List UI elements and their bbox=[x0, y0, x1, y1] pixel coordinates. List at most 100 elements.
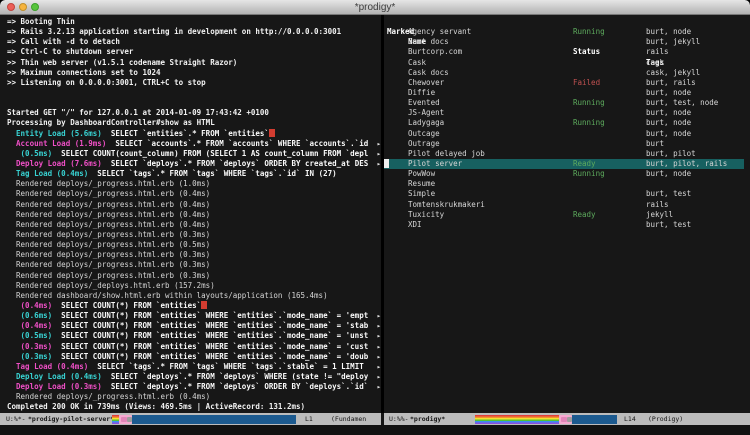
log-segment: Rendered deploys/_deploys.html.erb (157.… bbox=[7, 281, 215, 290]
service-status: Ready bbox=[573, 159, 596, 169]
truncation-arrow-icon: ▸ bbox=[377, 321, 381, 331]
log-line: >> Thin web server (v1.5.1 codename Stra… bbox=[7, 58, 381, 68]
service-name: XDI bbox=[408, 220, 422, 230]
service-name: Evented bbox=[408, 98, 440, 108]
service-tags: burt, node bbox=[646, 27, 691, 37]
service-row[interactable]: Caskcask bbox=[384, 58, 750, 68]
service-row[interactable]: Outcage burt, node bbox=[384, 129, 750, 139]
log-line: >> Listening on 0.0.0.0:3001, CTRL+C to … bbox=[7, 78, 381, 88]
log-segment: SELECT `deploys`.* FROM `deploys` WHERE … bbox=[102, 372, 368, 381]
log-line bbox=[7, 88, 381, 98]
service-row[interactable]: PowWowRunningburt, node bbox=[384, 169, 750, 179]
log-line: Rendered dashboard/show.html.erb within … bbox=[7, 291, 381, 301]
service-name: Outcage bbox=[408, 129, 440, 139]
service-row[interactable]: XDIburt, test bbox=[384, 220, 750, 230]
service-name: Diffie bbox=[408, 88, 435, 98]
service-row[interactable]: Simpleburt, test bbox=[384, 189, 750, 199]
nyan-track bbox=[572, 415, 617, 424]
log-segment: SELECT COUNT(*) FROM `entities` WHERE `e… bbox=[52, 311, 368, 320]
service-row[interactable]: EventedRunningburt, test, node bbox=[384, 98, 750, 108]
log-segment: SELECT `tags`.* FROM `tags` WHERE `tags`… bbox=[88, 362, 368, 371]
log-line: => Rails 3.2.13 application starting in … bbox=[7, 27, 381, 37]
trailing-whitespace-highlight bbox=[269, 129, 275, 137]
trailing-whitespace-highlight bbox=[201, 301, 207, 309]
log-line: Deploy Load (0.4ms) SELECT `deploys`.* F… bbox=[7, 372, 381, 382]
service-row[interactable]: Cask docscask, jekyll bbox=[384, 68, 750, 78]
minibuffer[interactable] bbox=[0, 425, 750, 435]
log-segment: >> Listening on 0.0.0.0:3001, CTRL+C to … bbox=[7, 78, 206, 87]
service-row[interactable]: Pilot serverReadyburt, pilot, rails bbox=[384, 159, 744, 169]
service-row[interactable]: Tomtenskrukmakerirails bbox=[384, 200, 750, 210]
log-segment: Rendered deploys/_progress.html.erb (1.0… bbox=[7, 179, 210, 188]
log-segment: (0.4ms) bbox=[7, 321, 52, 330]
prodigy-services-pane[interactable]: Marked Name Status Tags Agency servantRu… bbox=[384, 15, 750, 413]
service-name: Burt docs bbox=[408, 37, 449, 47]
modeline-prodigy[interactable]: U:%%- *prodigy* L14 (Prodigy) bbox=[384, 413, 750, 425]
service-tags: cask, jekyll bbox=[646, 68, 700, 78]
truncation-arrow-icon: ▸ bbox=[377, 372, 381, 382]
service-name: Agency servant bbox=[408, 27, 471, 37]
service-row[interactable]: Burt docsburt, jekyll bbox=[384, 37, 750, 47]
log-line: (0.6ms) SELECT COUNT(*) FROM `entities` … bbox=[7, 311, 381, 321]
log-segment: => Call with -d to detach bbox=[7, 37, 120, 46]
log-segment: >> Maximum connections set to 1024 bbox=[7, 68, 161, 77]
service-status: Running bbox=[573, 118, 605, 128]
emacs-frame: => Booting Thin=> Rails 3.2.13 applicati… bbox=[0, 15, 750, 413]
service-row[interactable]: JS-Agentburt, node bbox=[384, 108, 750, 118]
modeline-flags: U:%%- bbox=[389, 413, 409, 425]
nyan-cat-icon bbox=[559, 415, 572, 424]
service-row[interactable]: Pilot delayed jobburt, pilot bbox=[384, 149, 750, 159]
log-line: (0.4ms) SELECT COUNT(*) FROM `entities` … bbox=[7, 321, 381, 331]
service-name: Resume bbox=[408, 179, 435, 189]
log-line: Rendered deploys/_deploys.html.erb (157.… bbox=[7, 281, 381, 291]
service-tags: burt, node bbox=[646, 129, 691, 139]
service-row[interactable]: Outrageburt bbox=[384, 139, 750, 149]
log-segment: Rendered deploys/_progress.html.erb (0.4… bbox=[7, 189, 210, 198]
log-line: Rendered deploys/_progress.html.erb (0.3… bbox=[7, 271, 381, 281]
log-segment: Rendered deploys/_progress.html.erb (0.5… bbox=[7, 240, 210, 249]
log-segment: Account Load (1.9ms) bbox=[7, 139, 106, 148]
log-segment: SELECT `deploys`.* FROM `deploys` ORDER … bbox=[102, 382, 368, 391]
service-row[interactable]: Agency servantRunningburt, node bbox=[384, 27, 750, 37]
log-segment: (0.3ms) bbox=[7, 342, 52, 351]
log-line: Deploy Load (7.6ms) SELECT `deploys`.* F… bbox=[7, 159, 381, 169]
service-row[interactable]: LadygagaRunningburt, node bbox=[384, 118, 750, 128]
service-tags: burt, rails bbox=[646, 78, 696, 88]
log-segment: Processing by DashboardController#show a… bbox=[7, 118, 215, 127]
log-line: Tag Load (0.4ms) SELECT `tags`.* FROM `t… bbox=[7, 362, 381, 372]
log-line: => Booting Thin bbox=[7, 17, 381, 27]
service-row[interactable]: Diffieburt, node bbox=[384, 88, 750, 98]
service-row[interactable]: Resume bbox=[384, 179, 750, 189]
server-log-pane[interactable]: => Booting Thin=> Rails 3.2.13 applicati… bbox=[0, 15, 381, 413]
service-name: Simple bbox=[408, 189, 435, 199]
log-segment: => Ctrl-C to shutdown server bbox=[7, 47, 133, 56]
service-row[interactable]: TuxicityReadyjekyll bbox=[384, 210, 750, 220]
service-row[interactable]: ChewoverFailedburt, rails bbox=[384, 78, 750, 88]
line-number-indicator: L1 bbox=[305, 413, 313, 425]
service-status: Running bbox=[573, 169, 605, 179]
log-segment: (0.6ms) bbox=[7, 311, 52, 320]
log-segment: (0.3ms) bbox=[7, 352, 52, 361]
log-segment: Rendered deploys/_progress.html.erb (0.3… bbox=[7, 271, 210, 280]
log-segment: Deploy Load (0.4ms) bbox=[7, 372, 102, 381]
log-segment: >> Thin web server (v1.5.1 codename Stra… bbox=[7, 58, 237, 67]
log-segment: SELECT COUNT(count_column) FROM (SELECT … bbox=[52, 149, 368, 158]
log-line: => Call with -d to detach bbox=[7, 37, 381, 47]
log-segment: SELECT COUNT(*) FROM `entities` WHERE `e… bbox=[52, 352, 368, 361]
log-line: Rendered deploys/_progress.html.erb (1.0… bbox=[7, 179, 381, 189]
log-segment: Rendered deploys/_progress.html.erb (0.3… bbox=[7, 260, 210, 269]
service-row[interactable]: Burtcorp.comrails bbox=[384, 47, 750, 57]
log-segment: SELECT `deploys`.* FROM `deploys` ORDER … bbox=[102, 159, 368, 168]
log-segment: Rendered deploys/_progress.html.erb (0.3… bbox=[7, 250, 210, 259]
modeline-server-log[interactable]: U:%*- *prodigy-pilot-server* L1 (Fundame… bbox=[0, 413, 381, 425]
log-line: Started GET "/" for 127.0.0.1 at 2014-01… bbox=[7, 108, 381, 118]
titlebar[interactable]: *prodigy* bbox=[0, 0, 750, 15]
cursor-block bbox=[384, 159, 389, 168]
log-segment: Tag Load (0.4ms) bbox=[7, 362, 88, 371]
log-line: (0.5ms) SELECT COUNT(*) FROM `entities` … bbox=[7, 331, 381, 341]
log-line: => Ctrl-C to shutdown server bbox=[7, 47, 381, 57]
nyan-track bbox=[132, 415, 296, 424]
service-status: Running bbox=[573, 98, 605, 108]
log-line: Rendered deploys/_progress.html.erb (0.4… bbox=[7, 189, 381, 199]
log-segment: SELECT COUNT(*) FROM `entities` WHERE `e… bbox=[52, 342, 368, 351]
